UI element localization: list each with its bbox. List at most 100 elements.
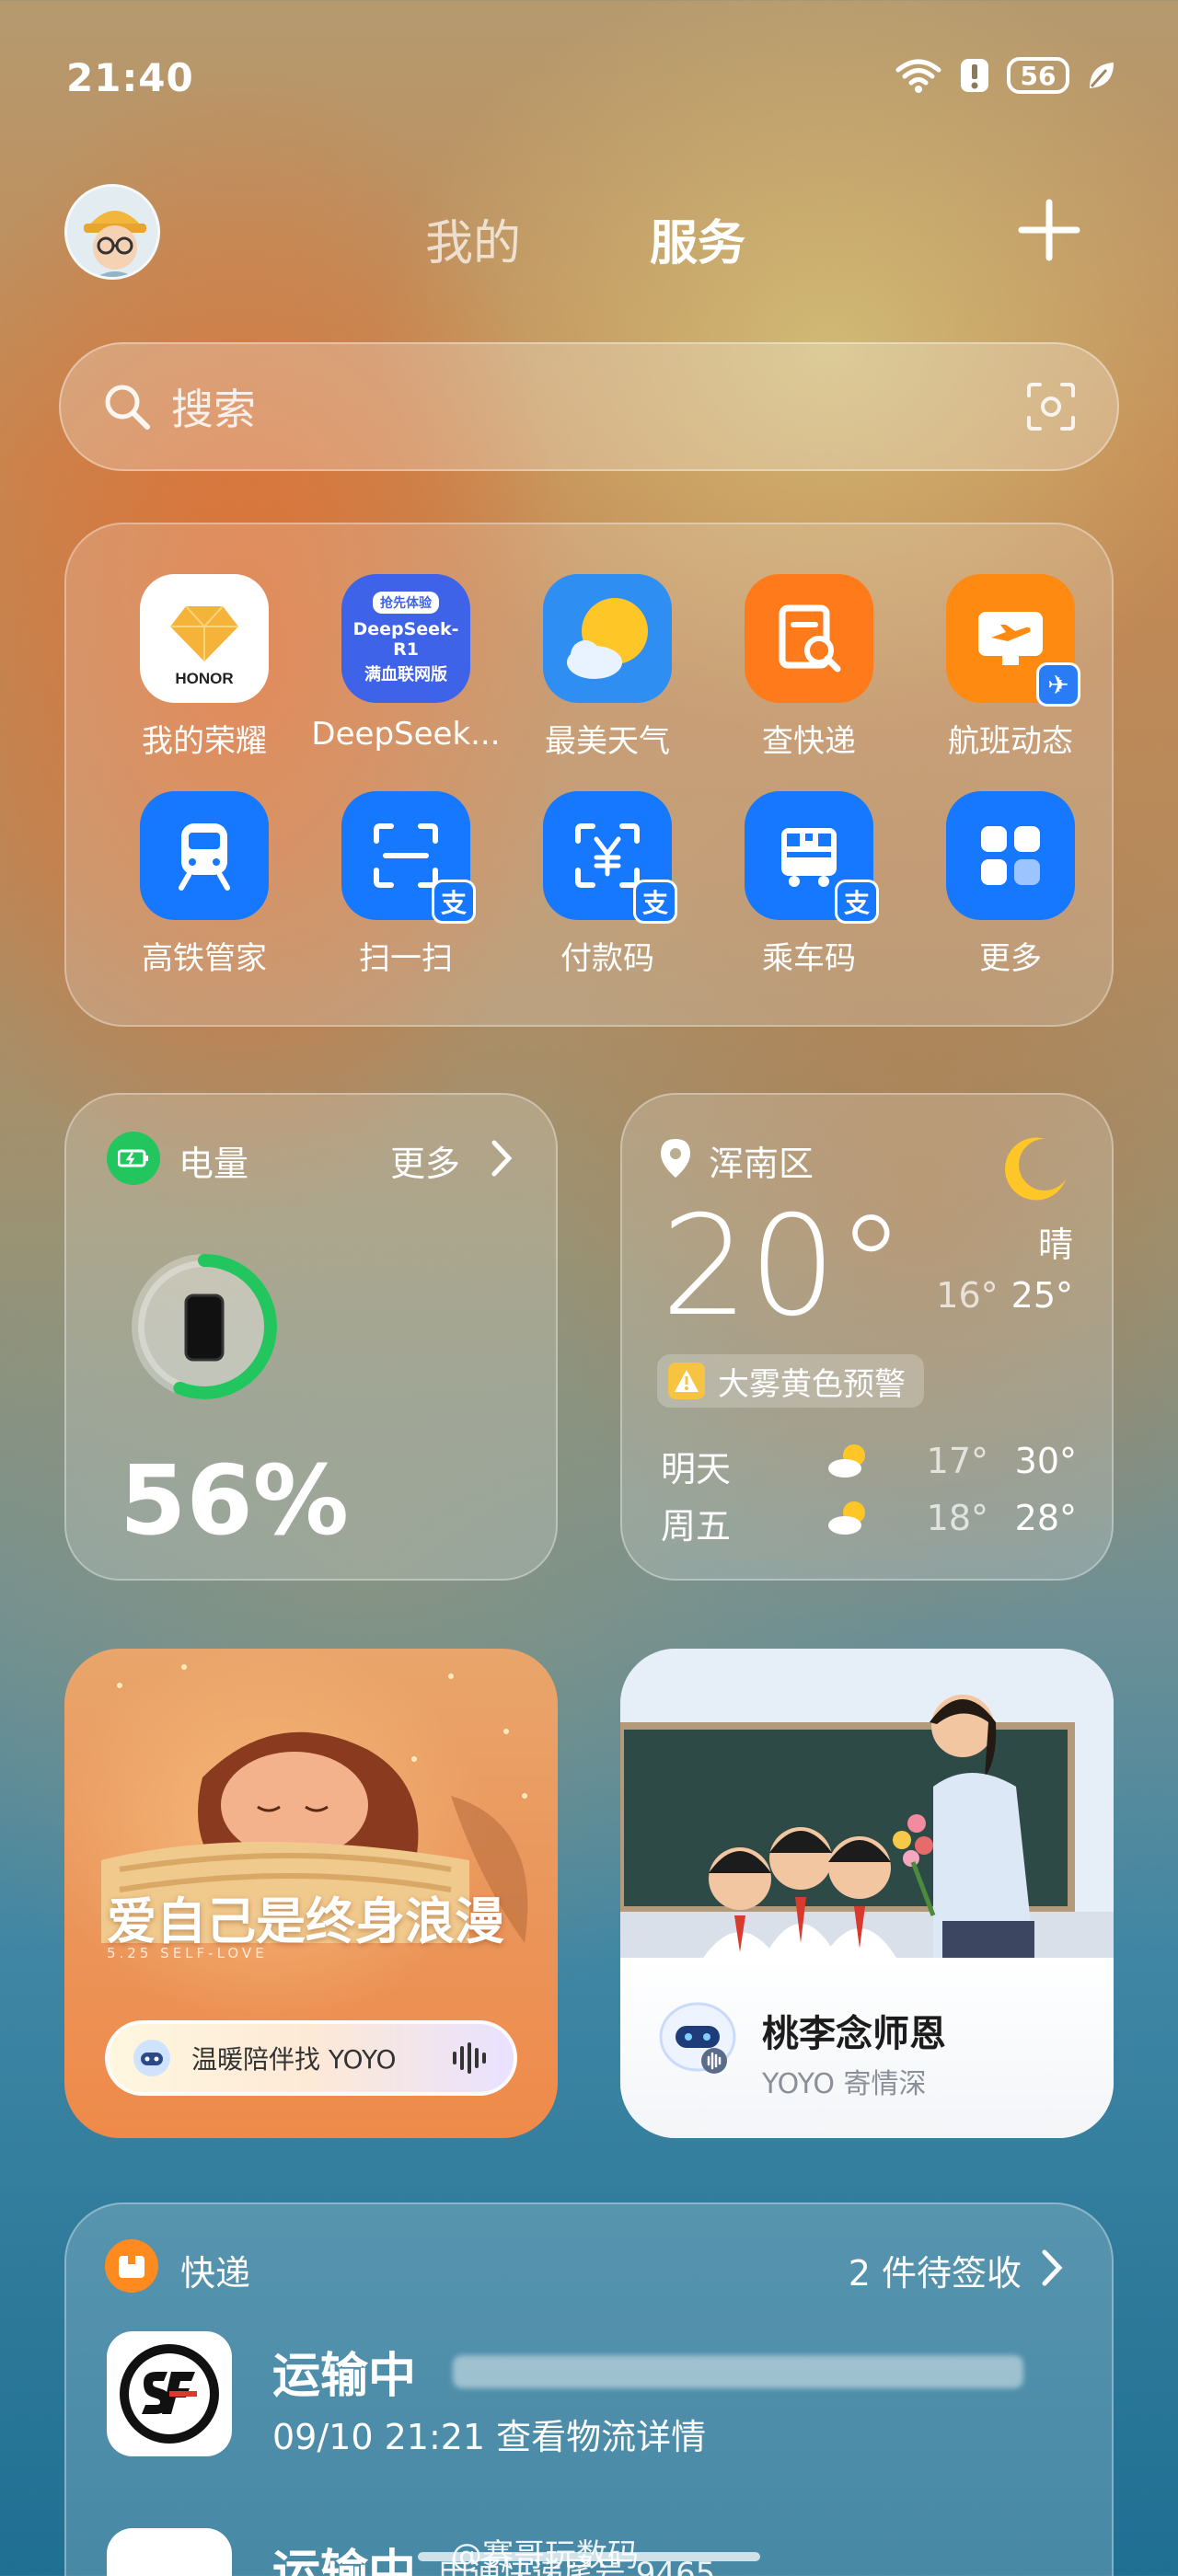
deepseek-tag: 抢先体验	[373, 592, 439, 614]
scan-lens-icon[interactable]	[1025, 381, 1077, 432]
search-bar[interactable]: 搜索	[59, 342, 1119, 471]
app-parcel-search[interactable]: 查快递	[708, 574, 910, 761]
delivery-widget[interactable]: 快递 2 件待签收 运输中 09/10 21:21 查看物流详情 运输中 申通快…	[64, 2202, 1114, 2576]
location-pin-icon	[661, 1139, 690, 1178]
app-scan[interactable]: 支 扫一扫	[305, 791, 507, 978]
yoyo-companion-button[interactable]: 温暖陪伴找 YOYO	[105, 2020, 517, 2096]
battery-more-link[interactable]: 更多	[390, 1135, 460, 1186]
forecast-day: 明天	[661, 1449, 732, 1489]
promo-left-subtitle: 5.25 SELF-LOVE	[107, 1945, 268, 1961]
sleeping-girl-illustration	[101, 1664, 528, 1943]
forecast-low: 18°	[926, 1498, 988, 1538]
alert-icon	[961, 59, 988, 92]
add-icon[interactable]	[1018, 199, 1080, 261]
deepseek-line1: DeepSeek-R1	[352, 619, 459, 660]
app-label: 高铁管家	[142, 940, 267, 977]
battery-status: 56	[1007, 57, 1069, 94]
battery-title: 电量	[179, 1144, 249, 1184]
weather-high: 25°	[1011, 1275, 1073, 1316]
honor-brand: HONOR	[175, 670, 233, 687]
battery-percent: 56%	[120, 1444, 349, 1557]
avatar[interactable]	[64, 184, 160, 280]
self-love-card[interactable]: 爱自己是终身浪漫 5.25 SELF-LOVE 温暖陪伴找 YOYO	[64, 1649, 558, 2138]
avatar-icon	[67, 187, 157, 277]
alipay-badge: 支	[432, 880, 476, 924]
yoyo-icon	[133, 2040, 170, 2076]
delivery-pending[interactable]: 2 件待签收	[849, 2245, 1022, 2295]
app-flight[interactable]: ✈ 航班动态	[909, 574, 1112, 761]
forecast-day: 周五	[661, 1506, 732, 1547]
app-transit-code[interactable]: 支 乘车码	[708, 791, 910, 978]
delivery-status: 运输中	[272, 2546, 417, 2576]
weather-icon	[543, 574, 672, 703]
app-deepseek[interactable]: 抢先体验 DeepSeek-R1 满血联网版 DeepSeek...	[305, 574, 507, 753]
forecast-high: 30°	[1014, 1441, 1077, 1481]
delivery-status: 运输中	[272, 2349, 417, 2404]
teacher-students-illustration	[620, 1649, 1114, 1958]
weather-alert[interactable]: 大雾黄色预警	[657, 1354, 924, 1408]
promo-right-title: 桃李念师恩	[762, 2013, 946, 2055]
phone-icon	[184, 1294, 225, 1362]
delivery-title: 快递	[180, 2253, 251, 2294]
tab-mine[interactable]: 我的	[425, 204, 521, 273]
flight-icon: ✈	[946, 574, 1080, 707]
courier-logo	[107, 2528, 232, 2576]
more-grid-icon	[946, 791, 1075, 920]
deepseek-icon: 抢先体验 DeepSeek-R1 满血联网版	[341, 574, 470, 703]
plane-badge-icon: ✈	[1036, 662, 1080, 707]
weather-temp: 20°	[661, 1187, 906, 1347]
weather-range: 16° 25°	[936, 1275, 1073, 1316]
partly-cloudy-icon	[828, 1444, 865, 1478]
app-label: 更多	[979, 940, 1042, 977]
app-label: 付款码	[560, 940, 654, 977]
voice-wave-icon	[453, 2042, 486, 2074]
sf-express-logo	[107, 2331, 232, 2456]
battery-status-value: 56	[1020, 60, 1057, 91]
weather-alert-text: 大雾黄色预警	[718, 1365, 906, 1403]
app-label: 最美天气	[545, 723, 670, 760]
parcel-search-icon	[745, 574, 873, 703]
status-icons: 56	[895, 57, 1115, 94]
leaf-icon	[1090, 63, 1114, 88]
battery-widget[interactable]: 电量 更多 56%	[64, 1093, 558, 1581]
home-indicator[interactable]	[418, 2552, 760, 2561]
app-label: DeepSeek...	[311, 716, 501, 753]
payment-code-icon: 支	[543, 791, 677, 924]
train-icon	[140, 791, 269, 920]
battery-icon	[107, 1132, 160, 1185]
transit-code-icon: 支	[745, 791, 879, 924]
deepseek-line2: 满血联网版	[364, 665, 447, 684]
tab-service[interactable]: 服务	[650, 204, 745, 273]
promo-right-subtitle: YOYO 寄情深	[762, 2068, 927, 2100]
parcel-icon	[105, 2239, 158, 2293]
teacher-day-card[interactable]: 桃李念师恩 YOYO 寄情深	[620, 1649, 1114, 2138]
forecast-low: 17°	[926, 1441, 988, 1481]
app-payment-code[interactable]: 支 付款码	[506, 791, 709, 978]
honor-icon: HONOR	[140, 574, 269, 703]
weather-widget[interactable]: 浑南区 20° 晴 16° 25° 大雾黄色预警 明天 17° 30° 周五 1…	[620, 1093, 1114, 1581]
app-my-honor[interactable]: HONOR 我的荣耀	[103, 574, 306, 761]
app-label: 乘车码	[762, 940, 856, 977]
app-label: 扫一扫	[359, 940, 453, 977]
forecast-high: 28°	[1014, 1498, 1077, 1538]
app-train[interactable]: 高铁管家	[103, 791, 306, 978]
weather-location: 浑南区	[709, 1144, 814, 1184]
delivery-detail[interactable]: 09/10 21:21 查看物流详情	[272, 2409, 706, 2459]
moon-icon	[1005, 1137, 1066, 1201]
app-weather[interactable]: 最美天气	[506, 574, 709, 761]
search-icon	[105, 385, 150, 430]
quick-apps-card: HONOR 我的荣耀 抢先体验 DeepSeek-R1 满血联网版 DeepSe…	[64, 523, 1114, 1027]
alipay-badge: 支	[835, 880, 879, 924]
weather-low: 16°	[936, 1275, 999, 1316]
chevron-right-icon[interactable]	[1040, 2248, 1064, 2287]
chevron-right-icon[interactable]	[490, 1139, 514, 1178]
app-label: 查快递	[762, 723, 856, 760]
battery-ring	[132, 1254, 277, 1399]
warning-icon	[668, 1363, 705, 1399]
app-label: 航班动态	[948, 723, 1073, 760]
search-input[interactable]: 搜索	[171, 376, 1025, 437]
app-label: 我的荣耀	[142, 723, 267, 760]
status-time: 21:40	[66, 55, 194, 100]
app-more[interactable]: 更多	[909, 791, 1112, 978]
yoyo-button-label: 温暖陪伴找 YOYO	[191, 2044, 397, 2075]
